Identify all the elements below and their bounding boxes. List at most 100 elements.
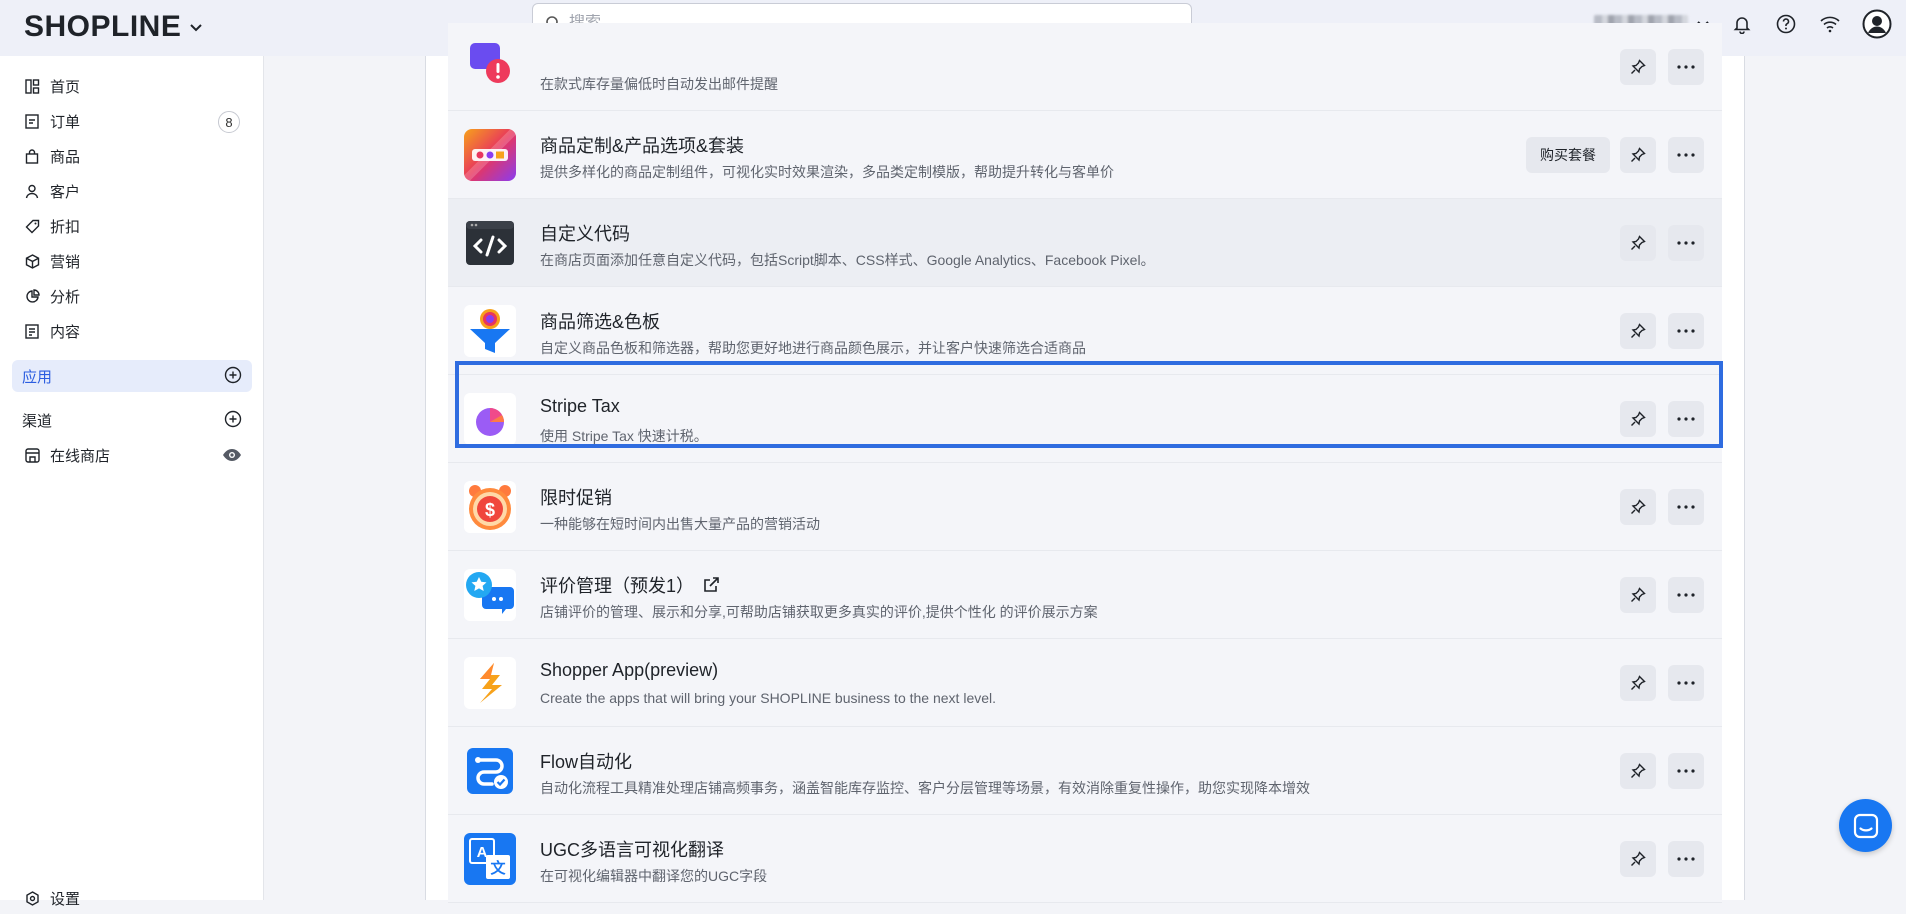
pin-button[interactable] — [1620, 489, 1656, 525]
app-title-text: 评价管理（预发1） — [540, 576, 695, 596]
sidebar-item-label: 首页 — [50, 78, 81, 96]
sidebar-item-analytics[interactable]: 分析 — [12, 280, 252, 312]
more-button[interactable] — [1668, 225, 1704, 261]
order-count-badge: 8 — [218, 111, 240, 133]
pin-button[interactable] — [1620, 225, 1656, 261]
add-channel-icon[interactable] — [224, 410, 242, 428]
logo-text: SHOPLINE — [24, 10, 182, 43]
sidebar-item-discounts[interactable]: 折扣 — [12, 210, 252, 242]
sidebar-item-online-store[interactable]: 在线商店 — [12, 439, 252, 471]
tag-icon — [24, 218, 40, 234]
bag-icon — [24, 148, 40, 164]
app-title-text: Shopper App(preview) — [540, 660, 719, 680]
pin-button[interactable] — [1620, 665, 1656, 701]
more-button[interactable] — [1668, 49, 1704, 85]
app-description: 使用 Stripe Tax 快速计税。 — [540, 428, 708, 444]
app-title: Shopper App(preview) — [540, 660, 718, 681]
app-row-stripe-tax[interactable]: Stripe Tax 使用 Stripe Tax 快速计税。 — [448, 375, 1722, 463]
filter-funnel-icon — [464, 305, 516, 357]
sidebar-item-orders[interactable]: 订单 8 — [12, 105, 252, 137]
sidebar-item-channels[interactable]: 渠道 — [12, 404, 252, 436]
pin-button[interactable] — [1620, 313, 1656, 349]
chat-icon — [1853, 813, 1878, 838]
translate-icon: A文 — [464, 833, 516, 885]
chevron-down-icon — [190, 24, 203, 32]
pin-icon — [1631, 587, 1646, 602]
order-icon — [24, 113, 40, 129]
sidebar-item-products[interactable]: 商品 — [12, 140, 252, 172]
more-icon — [1677, 857, 1695, 861]
shopper-app-icon — [464, 657, 516, 709]
pin-icon — [1631, 235, 1646, 250]
home-icon — [24, 78, 40, 94]
add-app-icon[interactable] — [224, 366, 242, 384]
app-row-product-customizer[interactable]: 商品定制&产品选项&套装 提供多样化的商品定制组件，可视化实时效果渲染，多品类定… — [448, 111, 1722, 199]
app-title-text: 商品筛选&色板 — [540, 312, 661, 332]
settings-icon — [24, 890, 40, 906]
pin-icon — [1631, 499, 1646, 514]
flow-icon — [464, 745, 516, 797]
sidebar-item-apps[interactable]: 应用 — [12, 360, 252, 392]
app-title: UGC多语言可视化翻译 — [540, 836, 724, 862]
sidebar-item-customers[interactable]: 客户 — [12, 175, 252, 207]
app-description: 自动化流程工具精准处理店铺高频事务，涵盖智能库存监控、客户分层管理等场景，有效消… — [540, 780, 1310, 796]
bell-icon[interactable] — [1730, 12, 1754, 36]
pin-button[interactable] — [1620, 49, 1656, 85]
app-description: 提供多样化的商品定制组件，可视化实时效果渲染，多品类定制模版，帮助提升转化与客单… — [540, 164, 1114, 180]
app-row-ugc-translation[interactable]: A文 UGC多语言可视化翻译 在可视化编辑器中翻译您的UGC字段 — [448, 815, 1722, 903]
sidebar-item-label: 订单 — [50, 113, 81, 131]
buy-plan-button[interactable]: 购买套餐 — [1526, 137, 1610, 173]
app-row-flow-automation[interactable]: Flow自动化 自动化流程工具精准处理店铺高频事务，涵盖智能库存监控、客户分层管… — [448, 727, 1722, 815]
pin-icon — [1631, 59, 1646, 74]
external-link-icon[interactable] — [702, 576, 720, 594]
chat-support-button[interactable] — [1839, 799, 1892, 852]
svg-text:$: $ — [485, 500, 495, 520]
avatar-icon[interactable] — [1862, 9, 1892, 39]
pin-icon — [1631, 851, 1646, 866]
sidebar-item-label: 应用 — [22, 368, 53, 386]
pin-button[interactable] — [1620, 577, 1656, 613]
shopline-logo[interactable]: SHOPLINE — [24, 10, 203, 44]
sidebar-item-marketing[interactable]: 营销 — [12, 245, 252, 277]
cube-icon — [24, 253, 40, 269]
app-description: 在商店页面添加任意自定义代码，包括Script脚本、CSS样式、Google A… — [540, 252, 1155, 268]
more-icon — [1677, 329, 1695, 333]
app-row-shopper-app[interactable]: Shopper App(preview) Create the apps tha… — [448, 639, 1722, 727]
app-title-text: UGC多语言可视化翻译 — [540, 840, 724, 860]
more-button[interactable] — [1668, 577, 1704, 613]
app-title: Stripe Tax — [540, 396, 620, 417]
more-button[interactable] — [1668, 753, 1704, 789]
more-button[interactable] — [1668, 841, 1704, 877]
app-row-review-management[interactable]: 评价管理（预发1） 店铺评价的管理、展示和分享,可帮助店铺获取更多真实的评价,提… — [448, 551, 1722, 639]
more-button[interactable] — [1668, 665, 1704, 701]
more-button[interactable] — [1668, 401, 1704, 437]
app-title-text: 限时促销 — [540, 488, 612, 508]
sidebar-item-settings[interactable]: 设置 — [12, 882, 252, 914]
app-title: 自定义代码 — [540, 220, 630, 246]
flash-sale-clock-icon: $ — [464, 481, 516, 533]
app-description: 在款式库存量偏低时自动发出邮件提醒 — [540, 76, 778, 92]
more-button[interactable] — [1668, 489, 1704, 525]
app-title: Flow自动化 — [540, 748, 632, 774]
more-button[interactable] — [1668, 313, 1704, 349]
app-title-text: Stripe Tax — [540, 396, 620, 416]
app-row-custom-code[interactable]: 自定义代码 在商店页面添加任意自定义代码，包括Script脚本、CSS样式、Go… — [448, 199, 1722, 287]
more-button[interactable] — [1668, 137, 1704, 173]
app-row-low-stock-alert[interactable]: 在款式库存量偏低时自动发出邮件提醒 — [448, 23, 1722, 111]
app-description: 一种能够在短时间内出售大量产品的营销活动 — [540, 516, 820, 532]
more-icon — [1677, 593, 1695, 597]
sidebar: 首页 订单 8 商品 客户 折扣 营销 分析 内容 应用 渠道 在线商店 设置 — [0, 56, 264, 908]
pin-button[interactable] — [1620, 753, 1656, 789]
sidebar-item-label: 分析 — [50, 288, 81, 306]
app-row-flash-sale[interactable]: $ 限时促销 一种能够在短时间内出售大量产品的营销活动 — [448, 463, 1722, 551]
pin-button[interactable] — [1620, 137, 1656, 173]
app-row-product-filter[interactable]: 商品筛选&色板 自定义商品色板和筛选器，帮助您更好地进行商品颜色展示，并让客户快… — [448, 287, 1722, 375]
more-icon — [1677, 681, 1695, 685]
sidebar-item-home[interactable]: 首页 — [12, 70, 252, 102]
wifi-icon[interactable] — [1818, 12, 1842, 36]
help-icon[interactable] — [1774, 12, 1798, 36]
eye-icon[interactable] — [222, 448, 242, 462]
pin-button[interactable] — [1620, 841, 1656, 877]
sidebar-item-content[interactable]: 内容 — [12, 315, 252, 347]
pin-button[interactable] — [1620, 401, 1656, 437]
